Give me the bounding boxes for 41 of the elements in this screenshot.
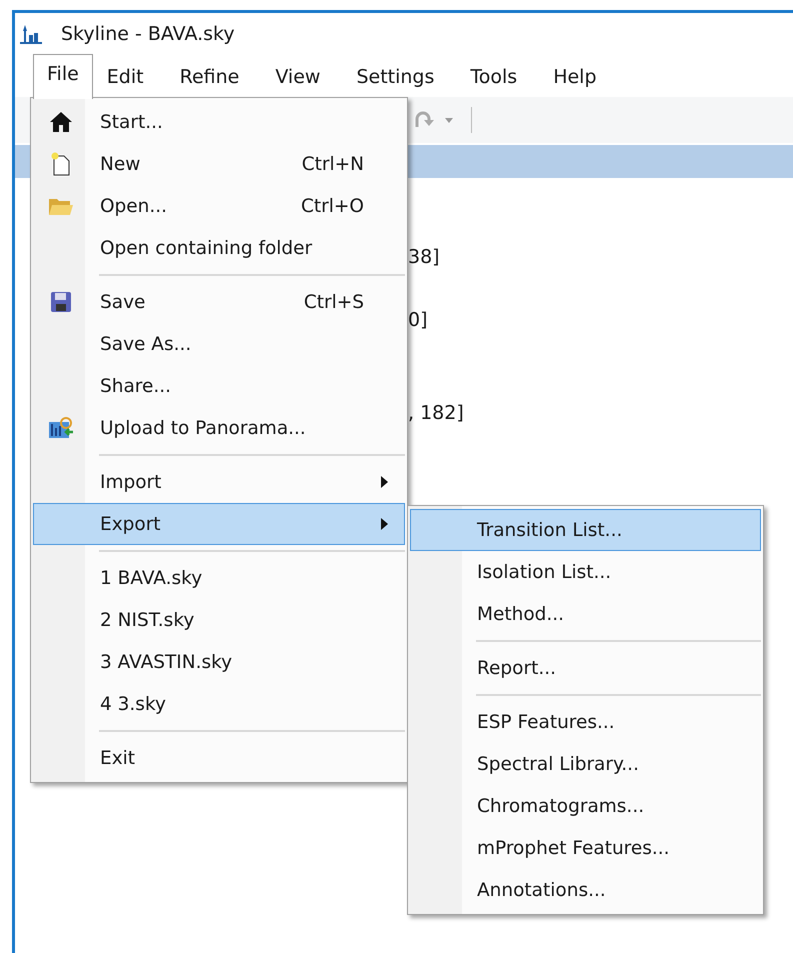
menu-item[interactable]: Open containing folder: [33, 227, 405, 269]
home-icon: [49, 111, 73, 133]
menu-item[interactable]: 2 NIST.sky: [33, 599, 405, 641]
menu-item[interactable]: Exit: [33, 737, 405, 779]
menu-item[interactable]: Method...: [410, 593, 761, 635]
menu-item[interactable]: Annotations...: [410, 869, 761, 911]
menu-item[interactable]: Import: [33, 461, 405, 503]
menu-bar-item[interactable]: Settings: [342, 56, 448, 96]
menu-bar-item[interactable]: Refine: [166, 56, 254, 96]
menu-item[interactable]: 3 AVASTIN.sky: [33, 641, 405, 683]
menu-item[interactable]: Spectral Library...: [410, 743, 761, 785]
menu-item[interactable]: 1 BAVA.sky: [33, 557, 405, 599]
new-document-icon: [50, 152, 72, 176]
menu-item[interactable]: New Ctrl+N: [33, 143, 405, 185]
menu-item[interactable]: Save As...: [33, 323, 405, 365]
menu-bar-item[interactable]: File: [33, 54, 93, 98]
dropdown-caret-icon[interactable]: [445, 118, 453, 122]
skyline-logo-icon: [19, 23, 43, 45]
menu-item[interactable]: mProphet Features...: [410, 827, 761, 869]
menu-item[interactable]: Transition List...: [410, 509, 761, 551]
tree-node-text: , 182]: [408, 401, 465, 426]
menu-item[interactable]: Export: [33, 503, 405, 545]
menu-item[interactable]: Open... Ctrl+O: [33, 185, 405, 227]
upload-icon: [48, 416, 74, 440]
menu-bar-item[interactable]: Edit: [92, 56, 158, 96]
menu-bar-item[interactable]: Help: [539, 56, 611, 96]
menu-bar-item[interactable]: View: [261, 56, 334, 96]
menu-item[interactable]: Isolation List...: [410, 551, 761, 593]
menu-item[interactable]: Share...: [33, 365, 405, 407]
menu-item[interactable]: Save Ctrl+S: [33, 281, 405, 323]
menu-item[interactable]: Chromatograms...: [410, 785, 761, 827]
menu-item[interactable]: 4 3.sky: [33, 683, 405, 725]
menu-bar-item[interactable]: Tools: [456, 56, 532, 96]
tree-node-text: 38]: [408, 245, 441, 270]
menu-item[interactable]: ESP Features...: [410, 701, 761, 743]
menu-item[interactable]: Upload to Panorama...: [33, 407, 405, 449]
tree-node-text: 0]: [408, 308, 429, 333]
submenu-arrow-icon: [380, 518, 388, 530]
submenu-arrow-icon: [380, 476, 388, 488]
menu-item[interactable]: Report...: [410, 647, 761, 689]
window-title: Skyline - BAVA.sky: [61, 23, 235, 45]
